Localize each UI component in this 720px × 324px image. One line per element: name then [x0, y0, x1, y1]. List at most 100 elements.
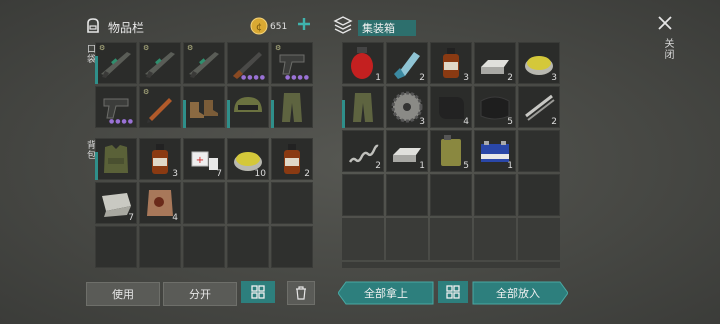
rifle-icon [141, 44, 179, 82]
backpack-grid: 3 +7 10 2 7 4 [95, 138, 313, 268]
item-quantity: 1 [507, 161, 513, 171]
inventory-slot[interactable] [227, 226, 269, 268]
container-slot[interactable]: 2 [342, 130, 384, 172]
container-slot[interactable]: 1 [474, 130, 516, 172]
inventory-slot[interactable]: 3 [139, 138, 181, 180]
container-slot[interactable]: 3 [386, 86, 428, 128]
container-slot[interactable] [518, 130, 560, 172]
container-grid: 1 2 3 2 3 3 4 5 2 2 1 5 1 [342, 42, 560, 260]
discard-button[interactable] [287, 281, 315, 305]
inventory-title: 物品栏 [108, 21, 145, 35]
sort-inventory-button[interactable] [241, 281, 275, 303]
rarity-dots: ●●●● [241, 74, 266, 81]
vest-icon [97, 140, 135, 178]
container-slot[interactable]: 2 [386, 42, 428, 84]
inventory-slot[interactable] [271, 226, 313, 268]
inventory-slot[interactable] [183, 86, 225, 128]
container-slot[interactable] [386, 174, 428, 216]
sort-container-button[interactable] [438, 281, 468, 303]
item-quantity: 7 [216, 169, 222, 179]
container-slot[interactable] [430, 174, 472, 216]
item-quantity: 2 [375, 161, 381, 171]
inventory-slot[interactable] [139, 226, 181, 268]
item-quantity: 1 [419, 161, 425, 171]
item-quantity: 4 [463, 117, 469, 127]
container-slot[interactable]: 5 [474, 86, 516, 128]
inventory-slot[interactable] [227, 86, 269, 128]
backpack-icon [84, 16, 102, 34]
inventory-slot[interactable] [183, 226, 225, 268]
add-coins-button[interactable] [296, 16, 312, 32]
container-slot[interactable] [518, 174, 560, 216]
inventory-slot[interactable] [227, 182, 269, 224]
inventory-slot[interactable]: 4 [139, 182, 181, 224]
item-quantity: 2 [507, 73, 513, 83]
container-slot[interactable] [430, 218, 472, 260]
rifle-icon [97, 44, 135, 82]
inventory-slot[interactable] [95, 226, 137, 268]
grid-sort-icon [446, 285, 460, 299]
boots-icon [185, 88, 223, 126]
item-quantity: 3 [551, 73, 557, 83]
container-slot[interactable]: 3 [430, 42, 472, 84]
container-slot[interactable]: 1 [386, 130, 428, 172]
container-slot[interactable] [342, 86, 384, 128]
take-all-button[interactable]: 全部拿上 [338, 281, 434, 305]
trash-icon [296, 286, 306, 300]
container-slot[interactable] [474, 218, 516, 260]
container-slot[interactable] [474, 174, 516, 216]
inventory-slot[interactable]: ⚙ [183, 42, 225, 84]
rarity-dots: ●●●● [109, 118, 134, 125]
inventory-slot[interactable]: ⚙ [139, 42, 181, 84]
inventory-slot[interactable]: ⚙ ●●●● [271, 42, 313, 84]
inventory-slot[interactable]: 2 [271, 138, 313, 180]
split-button[interactable]: 分开 [163, 282, 237, 306]
rarity-dots: ●●●● [285, 74, 310, 81]
container-slot[interactable]: 2 [474, 42, 516, 84]
svg-text:+: + [196, 155, 204, 166]
coin-count: 651 [270, 22, 288, 32]
inventory-slot[interactable]: ●●●● [227, 42, 269, 84]
container-slot[interactable] [386, 218, 428, 260]
inventory-slot[interactable]: ●●●● [95, 86, 137, 128]
item-quantity: 2 [551, 117, 557, 127]
inventory-slot[interactable] [271, 86, 313, 128]
use-button[interactable]: 使用 [86, 282, 160, 306]
container-slot[interactable]: 2 [518, 86, 560, 128]
coin-icon: ¢ [250, 17, 268, 35]
item-quantity: 3 [419, 117, 425, 127]
container-slot[interactable] [342, 174, 384, 216]
item-quantity: 4 [172, 213, 178, 223]
pocket-grid: ⚙ ⚙ ⚙ ●●●● ⚙ ●●●● ●●●● ⚙ [95, 42, 313, 128]
container-slot[interactable]: 3 [518, 42, 560, 84]
inventory-slot[interactable]: 10 [227, 138, 269, 180]
pants-icon [273, 88, 311, 126]
container-slot[interactable] [342, 218, 384, 260]
flare-icon [141, 88, 179, 126]
item-quantity: 1 [375, 73, 381, 83]
container-slot[interactable] [518, 218, 560, 260]
container-slot[interactable]: 1 [342, 42, 384, 84]
close-label[interactable]: 关闭 [660, 38, 675, 60]
inventory-slot[interactable] [271, 182, 313, 224]
item-quantity: 5 [463, 161, 469, 171]
item-quantity: 2 [419, 73, 425, 83]
svg-text:¢: ¢ [256, 22, 262, 33]
item-quantity: 3 [463, 73, 469, 83]
inventory-slot[interactable]: 7 [95, 182, 137, 224]
close-button[interactable] [656, 14, 674, 32]
put-all-label: 全部放入 [496, 287, 540, 300]
inventory-slot[interactable] [183, 182, 225, 224]
put-all-button[interactable]: 全部放入 [472, 281, 568, 305]
container-slot[interactable]: 4 [430, 86, 472, 128]
item-quantity: 10 [254, 169, 266, 179]
container-slot[interactable]: 5 [430, 130, 472, 172]
inventory-slot[interactable] [95, 138, 137, 180]
item-quantity: 5 [507, 117, 513, 127]
rifle-icon [185, 44, 223, 82]
inventory-slot[interactable]: ⚙ [95, 42, 137, 84]
inventory-slot[interactable]: +7 [183, 138, 225, 180]
inventory-slot[interactable]: ⚙ [139, 86, 181, 128]
container-scroll-edge [342, 262, 560, 268]
grid-sort-icon [251, 285, 265, 299]
